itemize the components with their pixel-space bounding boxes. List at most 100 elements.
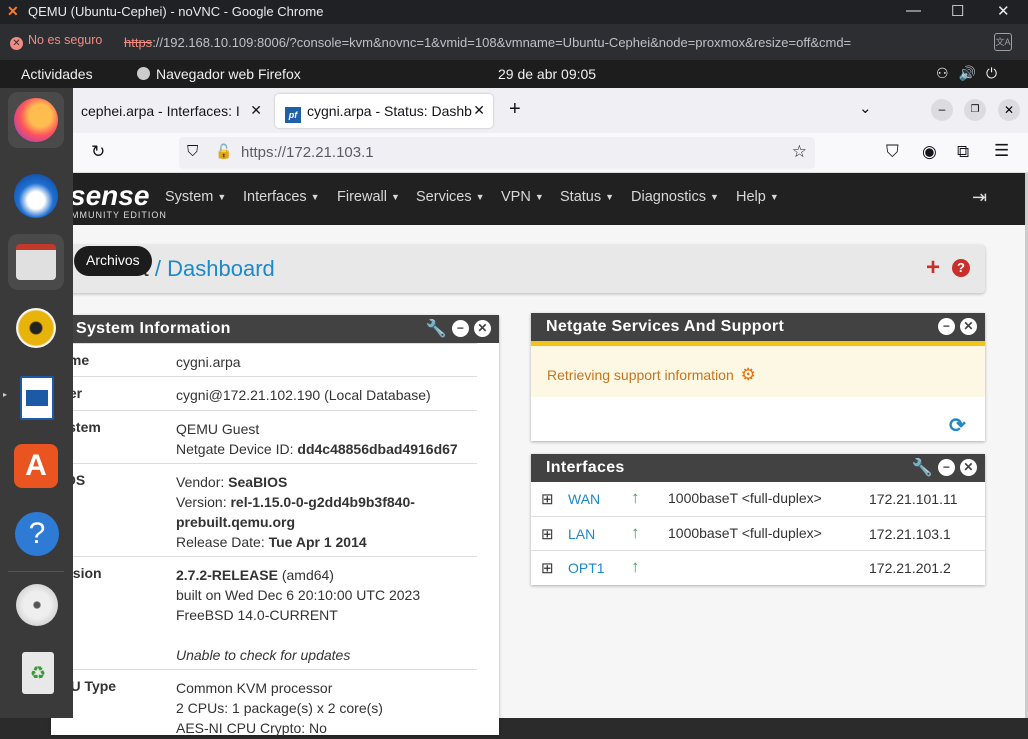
arrow-up-icon: ↑ bbox=[631, 488, 640, 507]
app-center-dock-icon[interactable]: A bbox=[8, 438, 64, 494]
wrench-icon[interactable]: 🔧 bbox=[912, 459, 933, 476]
dock-separator bbox=[8, 571, 64, 572]
netgate-support-widget: Netgate Services And Support − ✕ Retrievi… bbox=[531, 313, 985, 441]
ubuntu-dock: ▸ A ? ♻ bbox=[0, 88, 73, 718]
files-dock-icon[interactable] bbox=[8, 234, 64, 290]
minimize-widget-icon[interactable]: − bbox=[938, 459, 955, 476]
firefox-tab-strip: cephei.arpa - Interfaces: I ✕ pf cygni.ar… bbox=[73, 88, 1028, 133]
arrow-up-icon: ↑ bbox=[631, 523, 640, 542]
dock-tooltip: Archivos bbox=[74, 246, 152, 276]
sysinfo-row-name: Name cygni.arpa bbox=[51, 343, 477, 376]
window-title: QEMU (Ubuntu-Cephei) - noVNC - Google Ch… bbox=[28, 4, 324, 19]
running-indicator: ▸ bbox=[3, 390, 8, 399]
menu-icon[interactable]: ☰ bbox=[994, 141, 1009, 161]
arrow-up-icon: ↑ bbox=[631, 557, 640, 576]
network-icon: ⊞ bbox=[541, 560, 554, 577]
extensions-icon[interactable]: ⧉ bbox=[957, 142, 969, 162]
translate-icon[interactable]: 文A bbox=[994, 33, 1012, 51]
warning-icon: ✕ bbox=[10, 37, 23, 50]
system-information-widget: System Information 🔧−✕ Name cygni.arpa U… bbox=[51, 315, 499, 736]
menu-services[interactable]: Services ▼ bbox=[416, 189, 485, 205]
clock[interactable]: 29 de abr 09:05 bbox=[498, 66, 596, 82]
firefox-icon bbox=[137, 67, 150, 80]
interface-row: ⊞ WAN ↑ 1000baseT <full-duplex> 172.21.1… bbox=[541, 488, 958, 508]
reload-icon[interactable]: ↻ bbox=[91, 142, 105, 162]
close-widget-icon[interactable]: ✕ bbox=[474, 320, 491, 337]
menu-status[interactable]: Status ▼ bbox=[560, 189, 614, 205]
network-icon: ⚇ bbox=[936, 65, 959, 81]
restore-icon[interactable]: ❐ bbox=[964, 99, 986, 121]
proxmox-icon: ✕ bbox=[7, 3, 19, 19]
close-icon[interactable]: ✕ bbox=[473, 102, 485, 119]
ubuntu-top-bar: Actividades Navegador web Firefox 29 de … bbox=[0, 60, 1028, 88]
menu-interfaces[interactable]: Interfaces ▼ bbox=[243, 189, 320, 205]
chrome-address-bar[interactable]: ✕ No es seguro https://192.168.10.109:800… bbox=[0, 24, 1028, 60]
tab-cygni[interactable]: pf cygni.arpa - Status: Dashb ✕ bbox=[275, 94, 493, 128]
pfsense-navbar: sense MMUNITY EDITION System ▼ Interfaces… bbox=[70, 173, 1025, 225]
rhythmbox-dock-icon[interactable] bbox=[8, 300, 64, 356]
menu-firewall[interactable]: Firewall ▼ bbox=[337, 189, 400, 205]
help-icon[interactable]: ? bbox=[952, 259, 970, 277]
account-icon[interactable]: ◉ bbox=[922, 142, 937, 162]
widget-header: Interfaces 🔧 − ✕ bbox=[531, 454, 985, 482]
activities-button[interactable]: Actividades bbox=[21, 66, 93, 82]
bookmark-star-icon[interactable]: ☆ bbox=[792, 142, 807, 162]
minimize-widget-icon[interactable]: − bbox=[452, 320, 469, 337]
tab-cephei[interactable]: cephei.arpa - Interfaces: I ✕ bbox=[71, 94, 266, 128]
minimize-icon[interactable]: — bbox=[906, 2, 921, 19]
writer-dock-icon[interactable] bbox=[8, 372, 64, 428]
firefox-url-bar[interactable]: ⛉ 🔓 https://172.21.103.1 ☆ bbox=[179, 137, 815, 169]
security-warning[interactable]: ✕ No es seguro bbox=[10, 33, 102, 50]
close-widget-icon[interactable]: ✕ bbox=[960, 459, 977, 476]
system-tray[interactable]: ⚇🔊⏻ bbox=[936, 65, 1007, 82]
pfsense-edition: MMUNITY EDITION bbox=[71, 210, 167, 220]
support-message: Retrieving support information ⚙ bbox=[531, 346, 985, 397]
interface-row: ⊞ OPT1 ↑ 172.21.201.2 bbox=[531, 550, 985, 584]
lock-icon[interactable]: 🔓 bbox=[215, 143, 232, 160]
logout-icon[interactable]: ⇥ bbox=[972, 187, 987, 208]
network-icon: ⊞ bbox=[541, 491, 554, 508]
thunderbird-dock-icon[interactable] bbox=[8, 170, 64, 226]
chrome-url[interactable]: https://192.168.10.109:8006/?console=kvm… bbox=[124, 35, 851, 50]
menu-help[interactable]: Help ▼ bbox=[736, 189, 779, 205]
dvd-dock-icon[interactable] bbox=[8, 576, 64, 632]
menu-vpn[interactable]: VPN ▼ bbox=[501, 189, 544, 205]
power-icon: ⏻ bbox=[986, 65, 1008, 81]
close-icon[interactable]: ✕ bbox=[997, 2, 1010, 20]
minimize-icon[interactable]: – bbox=[931, 99, 953, 121]
new-tab-icon[interactable]: + bbox=[509, 98, 521, 121]
sysinfo-row-user: User cygni@172.21.102.190 (Local Databas… bbox=[51, 376, 477, 410]
add-widget-icon[interactable]: + bbox=[926, 254, 940, 282]
trash-dock-icon[interactable]: ♻ bbox=[8, 646, 64, 702]
widget-header: System Information 🔧 − ✕ bbox=[51, 315, 499, 343]
menu-diagnostics[interactable]: Diagnostics ▼ bbox=[631, 189, 719, 205]
chrome-title-bar: ✕ QEMU (Ubuntu-Cephei) - noVNC - Google … bbox=[0, 0, 1028, 24]
close-icon[interactable]: ✕ bbox=[998, 99, 1020, 121]
wrench-icon[interactable]: 🔧 bbox=[426, 320, 447, 337]
breadcrumb: St / Dashboard + ? bbox=[50, 245, 985, 293]
widget-header: Netgate Services And Support − ✕ bbox=[531, 313, 985, 341]
dashboard-page: St / Dashboard + ? System Information 🔧−… bbox=[50, 225, 1025, 736]
sysinfo-row-cpu: CPU Type Common KVM processor 2 CPUs: 1 p… bbox=[51, 669, 477, 739]
volume-icon: 🔊 bbox=[958, 65, 986, 81]
pocket-icon[interactable]: ⛉ bbox=[886, 142, 899, 162]
pfsense-favicon: pf bbox=[285, 107, 301, 123]
interfaces-widget: Interfaces 🔧 − ✕ ⊞ WAN ↑ 1000baseT <full-d… bbox=[531, 454, 985, 585]
help-dock-icon[interactable]: ? bbox=[8, 506, 64, 562]
firefox-dock-icon[interactable] bbox=[8, 92, 64, 148]
network-icon: ⊞ bbox=[541, 526, 554, 543]
sysinfo-row-system: System QEMU Guest Netgate Device ID: dd4c… bbox=[51, 410, 477, 463]
chevron-down-icon[interactable]: ⌄ bbox=[859, 99, 872, 117]
minimize-widget-icon[interactable]: − bbox=[938, 318, 955, 335]
refresh-icon[interactable]: ⟳ bbox=[949, 413, 966, 438]
shield-icon[interactable]: ⛉ bbox=[187, 143, 198, 160]
close-icon[interactable]: ✕ bbox=[250, 102, 262, 119]
pfsense-logo[interactable]: sense bbox=[70, 180, 149, 212]
firefox-nav-bar: ↻ ⛉ 🔓 https://172.21.103.1 ☆ ⛉ ◉ ⧉ ☰ bbox=[73, 133, 1028, 173]
sysinfo-row-bios: BIOS Vendor: SeaBIOSVersion: rel-1.15.0-… bbox=[51, 463, 477, 556]
active-app-menu[interactable]: Navegador web Firefox bbox=[137, 66, 301, 82]
maximize-icon[interactable]: ☐ bbox=[951, 2, 964, 20]
close-widget-icon[interactable]: ✕ bbox=[960, 318, 977, 335]
menu-system[interactable]: System ▼ bbox=[165, 189, 226, 205]
sysinfo-row-version: Version 2.7.2-RELEASE (amd64) built on We… bbox=[51, 556, 477, 669]
